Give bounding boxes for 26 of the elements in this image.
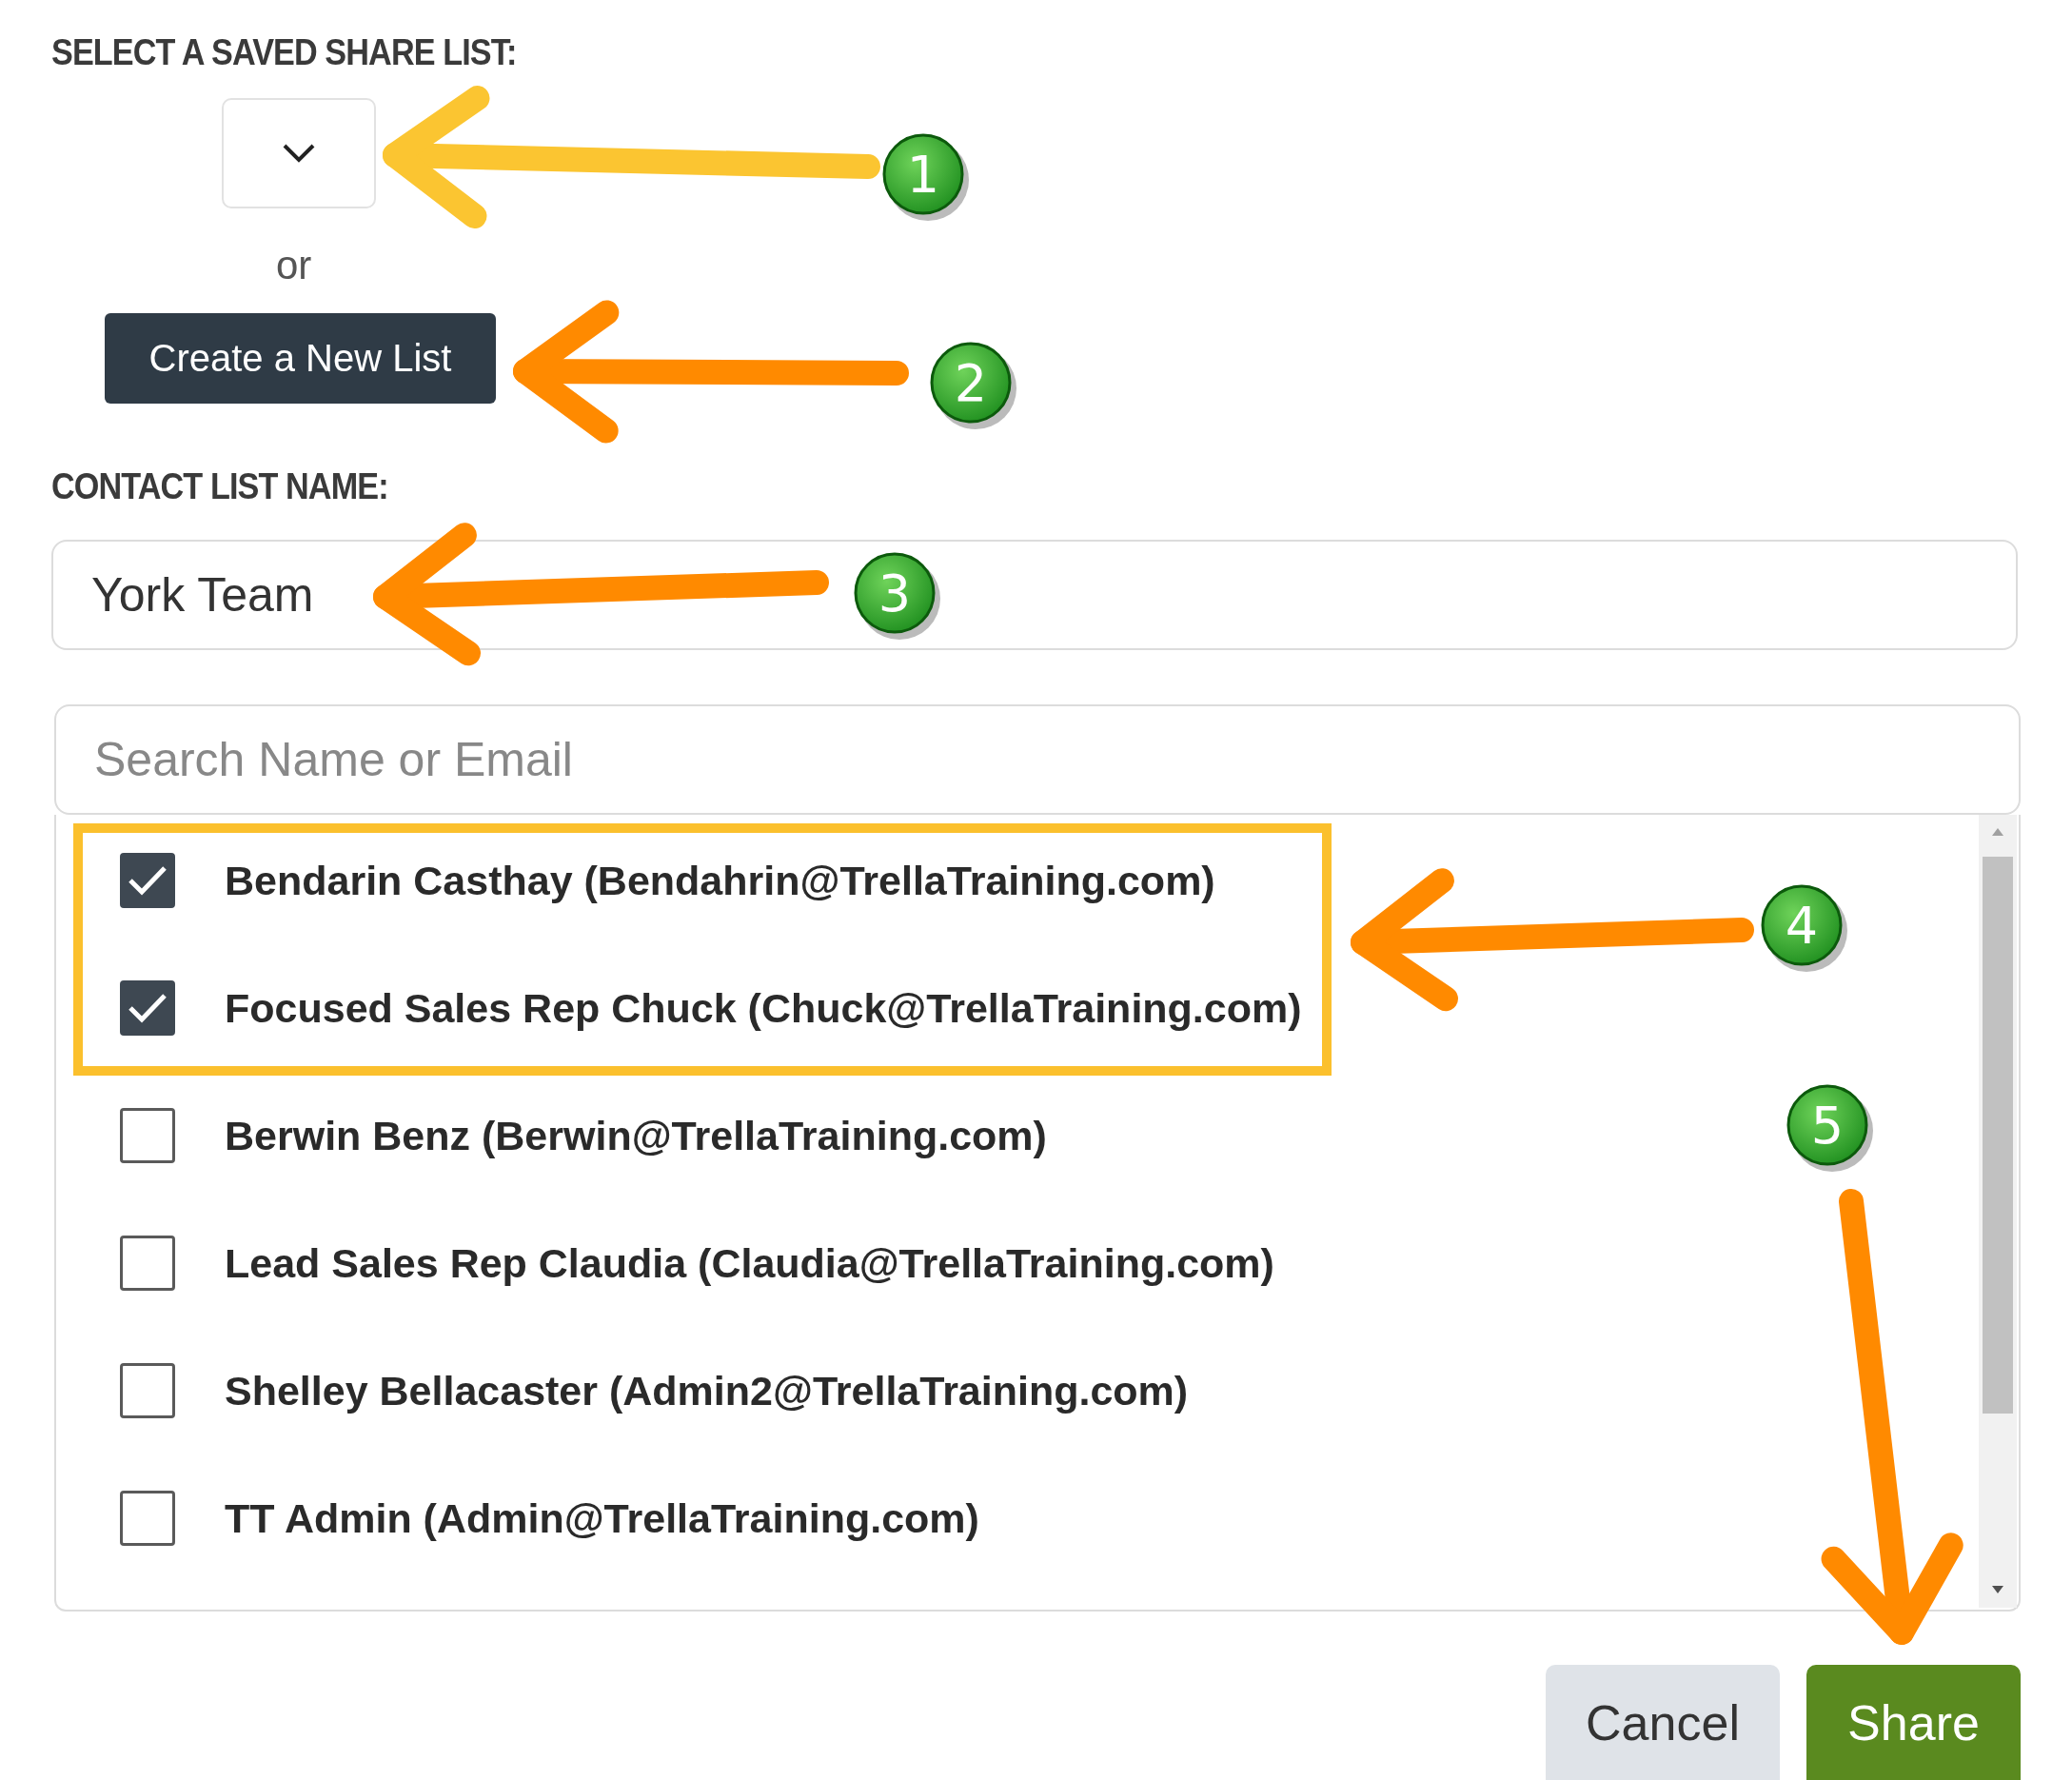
caret-icon: [282, 143, 316, 164]
contact-label[interactable]: Lead Sales Rep Claudia (Claudia@TrellaTraining.com): [225, 1239, 1274, 1287]
step-number: 3: [854, 552, 940, 640]
scrollbar-drawing[interactable]: [1979, 815, 2017, 1608]
checkbox[interactable]: [120, 980, 175, 1036]
step-number: 1: [882, 133, 969, 221]
contact-label[interactable]: TT Admin (Admin@TrellaTraining.com): [225, 1494, 979, 1542]
step-number: 2: [930, 342, 1016, 429]
contact-label[interactable]: Shelley Bellacaster (Admin2@TrellaTraining.com): [225, 1367, 1189, 1414]
section-label: CONTACT LIST NAME:: [51, 466, 389, 507]
step-number: 4: [1761, 884, 1847, 972]
checkbox[interactable]: [120, 1363, 175, 1418]
contact-label[interactable]: Berwin Benz (Berwin@TrellaTraining.com): [225, 1112, 1047, 1159]
checkbox[interactable]: [120, 1491, 175, 1546]
create-list-button[interactable]: Create a New List: [105, 313, 496, 404]
checkbox[interactable]: [120, 1236, 175, 1291]
or-text: or: [276, 243, 312, 288]
cancel-button[interactable]: Cancel: [1546, 1665, 1780, 1780]
checkbox[interactable]: [120, 853, 175, 908]
contact-label[interactable]: Focused Sales Rep Chuck (Chuck@TrellaTraining.com): [225, 984, 1302, 1032]
section-label: SELECT A SAVED SHARE LIST:: [51, 32, 518, 73]
contact-label[interactable]: Bendarin Casthay (Bendahrin@TrellaTraining.com): [225, 857, 1215, 904]
search-field[interactable]: Search Name or Email: [54, 704, 2021, 815]
step-number: 5: [1786, 1084, 1873, 1172]
share-button[interactable]: Share: [1806, 1665, 2021, 1780]
checkbox[interactable]: [120, 1108, 175, 1163]
